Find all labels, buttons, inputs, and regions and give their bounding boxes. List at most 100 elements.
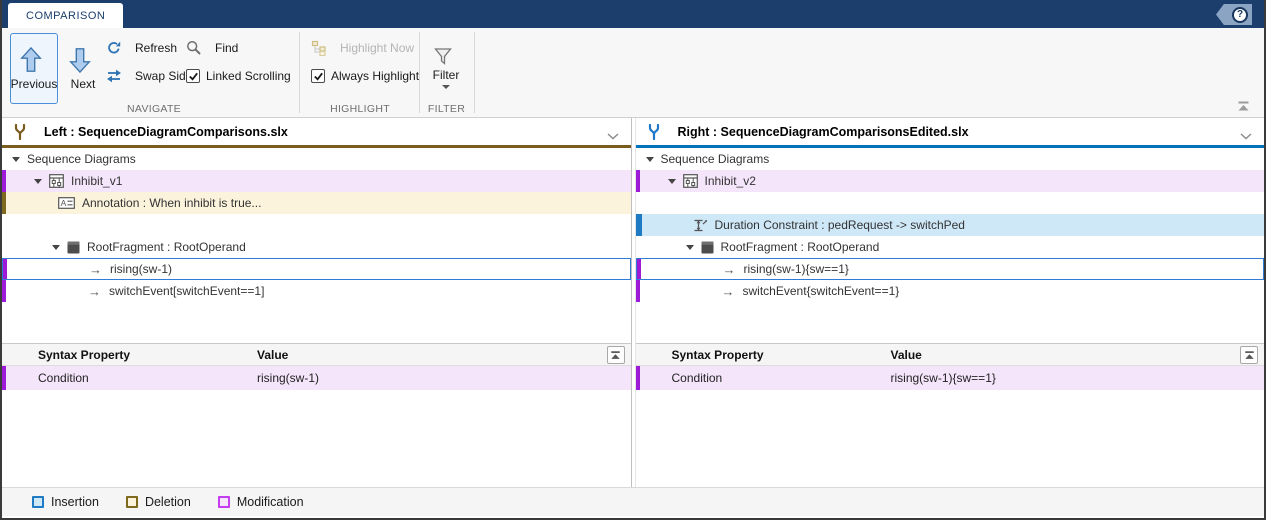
message-arrow-icon: →	[723, 262, 736, 277]
left-condition-row[interactable]: Condition rising(sw-1)	[2, 366, 631, 390]
tab-comparison-label: COMPARISON	[26, 10, 105, 22]
left-panel-header[interactable]: Left : SequenceDiagramComparisons.slx	[2, 118, 631, 145]
previous-button[interactable]: Previous	[10, 33, 58, 104]
legend-bar: Insertion Deletion Modification	[2, 487, 1264, 516]
modification-bar	[636, 366, 640, 390]
always-highlight-toggle[interactable]: Always Highlight	[311, 66, 419, 86]
message-arrow-icon: →	[89, 262, 102, 277]
annotation-icon: A	[58, 197, 75, 209]
find-button[interactable]: Find	[186, 38, 291, 58]
legend-deletion-label: Deletion	[145, 495, 191, 509]
find-label: Find	[215, 41, 238, 55]
highlight-now-label: Highlight Now	[340, 41, 414, 55]
help-button[interactable]: ?	[1216, 4, 1252, 25]
insertion-bar	[636, 214, 642, 236]
filter-button[interactable]: Filter	[423, 33, 469, 104]
tree-row-rootfragment[interactable]: RootFragment : RootOperand	[636, 236, 1265, 258]
property-value: rising(sw-1){sw==1}	[891, 371, 996, 385]
tree-row-sequence-diagrams[interactable]: Sequence Diagrams	[2, 148, 631, 170]
linked-scrolling-toggle[interactable]: Linked Scrolling	[186, 66, 291, 86]
expander-icon[interactable]	[12, 157, 20, 162]
group-label-highlight: HIGHLIGHT	[302, 103, 418, 115]
right-condition-row[interactable]: Condition rising(sw-1){sw==1}	[636, 366, 1265, 390]
expander-icon[interactable]	[646, 157, 654, 162]
modification-bar	[637, 259, 641, 279]
property-value: rising(sw-1)	[257, 371, 319, 385]
linked-scrolling-checkbox[interactable]	[186, 69, 200, 83]
refresh-button[interactable]: Refresh	[106, 38, 198, 58]
expander-icon[interactable]	[686, 245, 694, 250]
title-bar: COMPARISON ?	[2, 0, 1264, 28]
tree-row-rising[interactable]: → rising(sw-1)	[2, 258, 631, 280]
tree-row-inhibit-v2[interactable]: Inhibit_v2	[636, 170, 1265, 192]
left-panel-title: Left : SequenceDiagramComparisons.slx	[44, 125, 288, 139]
linked-scrolling-label: Linked Scrolling	[206, 69, 291, 83]
modification-swatch-icon	[218, 496, 230, 508]
property-name: Condition	[672, 371, 723, 385]
modification-bar	[2, 170, 6, 192]
comparison-split-view: Left : SequenceDiagramComparisons.slx Se…	[2, 118, 1264, 487]
modification-bar	[2, 366, 6, 390]
group-separator	[419, 32, 420, 113]
tree-row-switchevent[interactable]: → switchEvent{switchEvent==1}	[636, 280, 1265, 302]
left-panel-chevron-down-icon[interactable]	[607, 127, 619, 145]
right-branch-icon	[646, 123, 662, 141]
tree-row-annotation[interactable]: A Annotation : When inhibit is true...	[2, 192, 631, 214]
sequence-diagram-icon	[683, 174, 698, 188]
swap-sides-icon	[106, 68, 122, 84]
table-whitespace	[636, 390, 1265, 487]
tab-comparison[interactable]: COMPARISON	[8, 3, 123, 28]
tree-row-sequence-diagrams[interactable]: Sequence Diagrams	[636, 148, 1265, 170]
swap-sides-button[interactable]: Swap Sides	[106, 66, 198, 86]
legend-modification: Modification	[218, 495, 304, 509]
expander-icon[interactable]	[668, 179, 676, 184]
deletion-bar	[2, 192, 6, 214]
tree-row-inhibit-v1[interactable]: Inhibit_v1	[2, 170, 631, 192]
left-property-table-header: Syntax Property Value	[2, 343, 631, 366]
always-highlight-checkbox[interactable]	[311, 69, 325, 83]
insertion-swatch-icon	[32, 496, 44, 508]
refresh-icon	[106, 40, 122, 56]
tree-row-blank	[2, 214, 631, 236]
value-column-header: Value	[891, 348, 922, 362]
filter-icon	[434, 48, 452, 65]
sequence-diagram-icon	[49, 174, 64, 188]
left-tree: Sequence Diagrams Inhibit_v1 A	[2, 148, 631, 302]
left-branch-icon	[12, 123, 28, 141]
duration-constraint-icon	[692, 218, 708, 233]
highlight-now-button[interactable]: Highlight Now	[311, 38, 419, 58]
group-label-navigate: NAVIGATE	[10, 103, 298, 115]
down-arrow-icon	[68, 47, 92, 73]
tree-row-rising[interactable]: → rising(sw-1){sw==1}	[636, 258, 1265, 280]
collapse-toolstrip-button[interactable]	[1234, 100, 1252, 113]
collapse-table-button[interactable]	[607, 346, 625, 364]
next-button[interactable]: Next	[63, 33, 103, 104]
tree-whitespace	[2, 302, 631, 343]
collapse-table-button[interactable]	[1240, 346, 1258, 364]
legend-insertion-label: Insertion	[51, 495, 99, 509]
modification-bar	[636, 280, 640, 302]
fragment-icon	[701, 241, 714, 254]
tree-row-switchevent[interactable]: → switchEvent[switchEvent==1]	[2, 280, 631, 302]
comparison-tool-window: COMPARISON ? Previous Next Refresh	[0, 0, 1266, 520]
find-icon	[186, 40, 202, 56]
right-panel-chevron-down-icon[interactable]	[1240, 127, 1252, 145]
tree-row-duration-constraint[interactable]: Duration Constraint : pedRequest -> swit…	[636, 214, 1265, 236]
expander-icon[interactable]	[52, 245, 60, 250]
highlight-now-icon	[311, 40, 327, 56]
help-icon: ?	[1232, 7, 1248, 23]
message-arrow-icon: →	[88, 284, 101, 299]
group-separator	[299, 32, 300, 113]
next-button-label: Next	[71, 77, 96, 91]
tree-row-rootfragment[interactable]: RootFragment : RootOperand	[2, 236, 631, 258]
right-tree: Sequence Diagrams Inhibit_v2	[636, 148, 1265, 302]
toolstrip: Previous Next Refresh Swap Sides	[2, 28, 1264, 118]
svg-text:A: A	[61, 198, 67, 208]
modification-bar	[636, 170, 640, 192]
refresh-label: Refresh	[135, 41, 177, 55]
expander-icon[interactable]	[34, 179, 42, 184]
syntax-property-column-header: Syntax Property	[672, 348, 764, 362]
right-panel-header[interactable]: Right : SequenceDiagramComparisonsEdited…	[636, 118, 1265, 145]
fragment-icon	[67, 241, 80, 254]
right-property-table-header: Syntax Property Value	[636, 343, 1265, 366]
